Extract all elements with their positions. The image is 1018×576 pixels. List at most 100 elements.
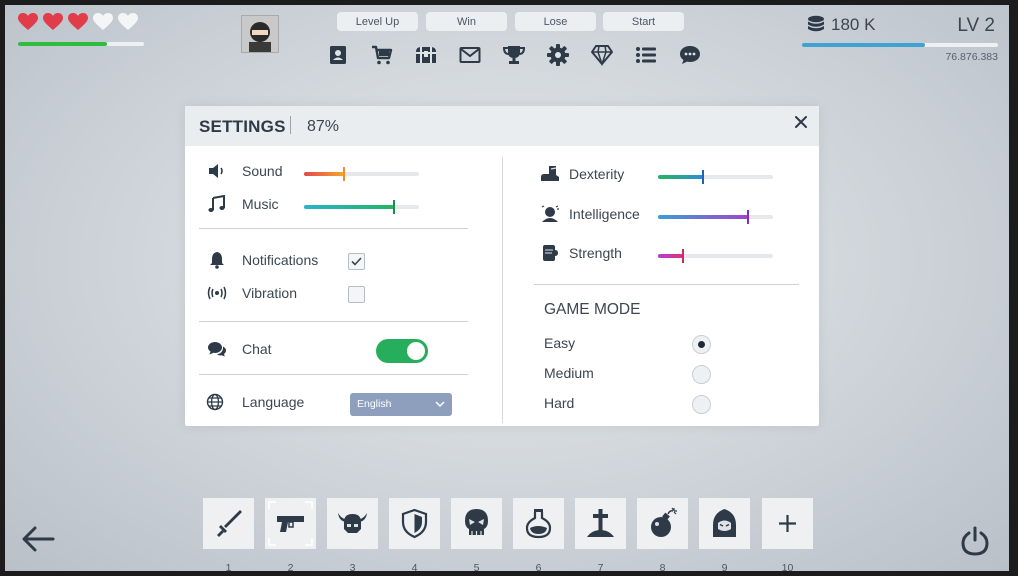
music-slider-fill — [304, 205, 394, 209]
dexterity-slider[interactable] — [658, 170, 773, 184]
health-bar-fill — [18, 42, 108, 46]
hard-radio[interactable] — [692, 395, 711, 414]
inventory-slot-6[interactable] — [513, 498, 564, 549]
strength-slider-thumb[interactable] — [682, 249, 685, 263]
intelligence-slider[interactable] — [658, 210, 773, 224]
fist-icon — [543, 245, 558, 261]
close-icon[interactable] — [791, 112, 811, 132]
list-icon — [636, 47, 656, 63]
boot-icon — [541, 166, 559, 181]
slot-number: 10 — [781, 562, 794, 571]
list-button[interactable] — [624, 41, 668, 69]
mail-button[interactable] — [448, 41, 492, 69]
level-label: LV 2 — [957, 15, 995, 36]
game-mode-title: GAME MODE — [544, 301, 641, 318]
slot-number: 9 — [721, 562, 728, 571]
trophy-button[interactable] — [492, 41, 536, 69]
sound-slider-fill — [304, 172, 345, 176]
strength-slider-fill — [658, 254, 684, 258]
health-bar — [18, 42, 144, 46]
shield-icon — [401, 508, 428, 539]
potion-icon — [525, 509, 552, 539]
slot-number: 7 — [597, 562, 604, 571]
settings-button[interactable] — [536, 41, 580, 69]
dexterity-slider-fill — [658, 175, 703, 179]
grave-icon — [587, 509, 614, 537]
sound-label: Sound — [242, 163, 283, 179]
bomb-icon — [651, 507, 677, 537]
divider — [199, 374, 468, 375]
inventory-slot-9[interactable] — [699, 498, 750, 549]
bell-icon — [210, 252, 224, 269]
inventory-slot-3[interactable] — [327, 498, 378, 549]
inventory-slot-5[interactable] — [451, 498, 502, 549]
intelligence-slider-thumb[interactable] — [746, 210, 749, 224]
inventory-slot-8[interactable] — [637, 498, 688, 549]
language-select[interactable]: English — [350, 393, 452, 416]
xp-bar-fill — [802, 43, 926, 47]
contacts-icon — [330, 46, 346, 64]
gear-icon — [547, 44, 569, 66]
coins-display: 180 K — [807, 15, 875, 35]
notifications-checkbox[interactable] — [348, 253, 365, 270]
radio-dot — [698, 341, 705, 348]
inventory-slot-2[interactable] — [265, 498, 316, 549]
inventory-slot-10[interactable] — [762, 498, 813, 549]
shop-cart-icon — [372, 45, 393, 65]
contacts-button[interactable] — [316, 41, 360, 69]
chat-button[interactable] — [668, 41, 712, 69]
medium-radio[interactable] — [692, 365, 711, 384]
level-up-button[interactable]: Level Up — [337, 12, 418, 31]
vibration-checkbox[interactable] — [348, 286, 365, 303]
sound-slider[interactable] — [304, 167, 419, 181]
hood-icon — [713, 509, 736, 537]
skull-icon — [465, 509, 488, 535]
header-divider — [290, 116, 291, 134]
music-note-icon — [208, 195, 225, 212]
power-icon[interactable] — [961, 526, 989, 556]
dexterity-slider-thumb[interactable] — [701, 170, 704, 184]
intelligence-label: Intelligence — [569, 206, 640, 222]
chat-icon — [208, 342, 226, 357]
strength-slider[interactable] — [658, 249, 773, 263]
back-arrow-icon[interactable] — [21, 525, 55, 553]
player-avatar[interactable] — [241, 15, 279, 53]
column-divider — [502, 157, 503, 423]
trophy-icon — [502, 46, 526, 64]
globe-icon — [206, 393, 224, 411]
settings-title: SETTINGS — [199, 117, 286, 136]
music-slider-thumb[interactable] — [392, 200, 395, 214]
start-button[interactable]: Start — [603, 12, 684, 31]
vibration-label: Vibration — [242, 285, 298, 301]
inventory-slot-7[interactable] — [575, 498, 626, 549]
chevron-down-icon — [435, 401, 445, 408]
ninja-avatar-icon — [242, 16, 278, 52]
language-selected-value: English — [357, 398, 392, 410]
xp-value: 76.876.383 — [945, 51, 998, 63]
chest-button[interactable] — [404, 41, 448, 69]
selection-corners — [268, 501, 313, 546]
hard-label: Hard — [544, 395, 575, 411]
chat-toggle[interactable] — [376, 339, 428, 363]
shop-button[interactable] — [360, 41, 404, 69]
sound-slider-thumb[interactable] — [343, 167, 346, 181]
easy-radio[interactable] — [692, 335, 711, 354]
inventory-slot-1[interactable] — [203, 498, 254, 549]
slot-number: 3 — [349, 562, 356, 571]
hearts-row — [18, 13, 138, 31]
head-brain-icon — [541, 205, 559, 222]
toggle-knob — [407, 342, 425, 360]
settings-header: SETTINGS 87% — [185, 106, 819, 146]
win-button[interactable]: Win — [426, 12, 507, 31]
inventory-slot-4[interactable] — [389, 498, 440, 549]
slot-number: 4 — [411, 562, 418, 571]
chat-bubble-icon — [680, 46, 700, 64]
checkmark-icon — [351, 257, 362, 266]
treasure-chest-icon — [416, 47, 436, 63]
heart-full-icon — [68, 13, 88, 30]
sword-icon — [217, 510, 242, 537]
lose-button[interactable]: Lose — [515, 12, 596, 31]
music-slider[interactable] — [304, 200, 419, 214]
gems-button[interactable] — [580, 41, 624, 69]
settings-dialog: SETTINGS 87% Sound Music Notifications V… — [185, 106, 819, 426]
